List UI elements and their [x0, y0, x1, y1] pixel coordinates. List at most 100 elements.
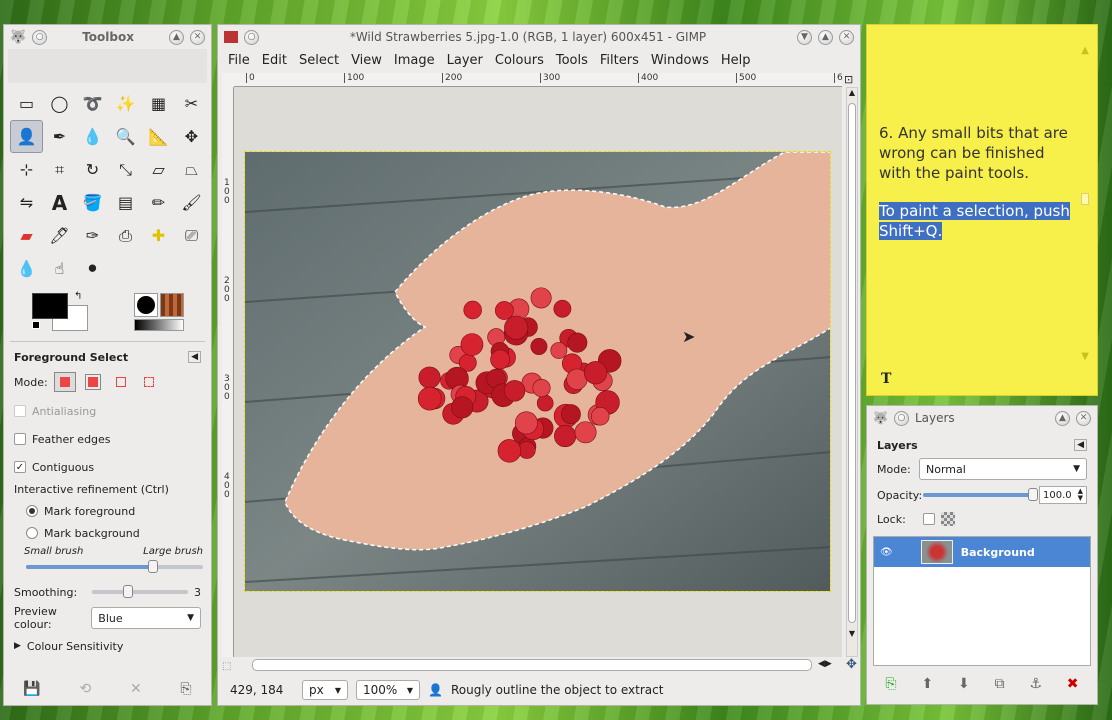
smoothing-slider[interactable]	[92, 585, 188, 598]
default-colours-icon[interactable]	[32, 321, 40, 329]
layers-titlebar[interactable]: 🐺 ○ Layers ▲ ✕	[867, 406, 1097, 430]
close-icon[interactable]: ✕	[839, 29, 854, 45]
rotate-tool-icon[interactable]: ↻	[76, 153, 109, 186]
bucket-fill-tool-icon[interactable]: 🪣	[76, 186, 109, 219]
scroll-left-icon[interactable]: ◀▶	[818, 659, 832, 669]
image-canvas[interactable]	[244, 151, 831, 592]
dodge-burn-tool-icon[interactable]: ⚫	[76, 252, 109, 285]
brush-size-slider[interactable]	[26, 560, 203, 573]
expand-arrow-icon[interactable]: ▶	[14, 641, 21, 651]
clone-tool-icon[interactable]: ⎙	[109, 219, 142, 252]
pencil-tool-icon[interactable]: ✏	[142, 186, 175, 219]
reset-tool-options-icon[interactable]: ⎘	[180, 681, 191, 697]
image-titlebar[interactable]: ○ *Wild Strawberries 5.jpg-1.0 (RGB, 1 l…	[218, 25, 860, 49]
brush-indicator[interactable]	[134, 293, 158, 317]
toolbox-titlebar[interactable]: 🐺 ○ Toolbox ▲ ✕	[4, 25, 211, 49]
new-layer-icon[interactable]: ⎘	[885, 676, 896, 692]
scroll-up-icon[interactable]: ▲	[847, 88, 857, 97]
minimize-icon[interactable]: ▲	[818, 29, 833, 45]
menu-image[interactable]: Image	[388, 53, 441, 68]
minimize-icon[interactable]: ▲	[169, 29, 184, 45]
fuzzy-select-tool-icon[interactable]: ✨	[109, 87, 142, 120]
paintbrush-tool-icon[interactable]: 🖌	[175, 186, 208, 219]
horizontal-scrollbar[interactable]	[252, 659, 812, 671]
save-tool-options-icon[interactable]: 💾	[23, 681, 40, 697]
opacity-handle[interactable]	[1028, 488, 1038, 501]
mode-intersect-icon[interactable]	[138, 372, 160, 392]
smoothing-handle[interactable]	[122, 585, 133, 598]
antialiasing-checkbox[interactable]	[14, 405, 26, 417]
menu-icon[interactable]: ○	[32, 29, 48, 45]
foreground-select-tool-icon[interactable]: 👤	[10, 120, 43, 153]
lock-pixels-checkbox[interactable]	[923, 513, 935, 525]
lower-layer-icon[interactable]: ⬇	[958, 676, 970, 692]
mode-replace-icon[interactable]	[53, 372, 76, 392]
measure-tool-icon[interactable]: 📐	[142, 120, 175, 153]
free-select-tool-icon[interactable]: ➰	[76, 87, 109, 120]
shear-tool-icon[interactable]: ▱	[142, 153, 175, 186]
note-highlight[interactable]: To paint a selection, push Shift+Q.	[879, 202, 1070, 240]
eraser-tool-icon[interactable]: ▰	[10, 219, 43, 252]
contiguous-checkbox[interactable]: ✓	[14, 461, 26, 473]
menu-filters[interactable]: Filters	[594, 53, 645, 68]
ruler-corner[interactable]	[222, 73, 234, 87]
zoom-select[interactable]: 100% ▼	[356, 680, 420, 700]
align-tool-icon[interactable]: ⊹	[10, 153, 43, 186]
paths-tool-icon[interactable]: ✒	[43, 120, 76, 153]
scroll-down-icon[interactable]: ▼	[847, 629, 857, 638]
quickmask-toggle-icon[interactable]: ⬚	[222, 661, 231, 672]
move-tool-icon[interactable]: ✥	[175, 120, 208, 153]
mode-add-icon[interactable]	[82, 372, 104, 392]
layer-name[interactable]: Background	[961, 546, 1035, 559]
text-tool-icon[interactable]: A	[43, 186, 76, 219]
vertical-scrollbar[interactable]: ▲ ▼	[846, 87, 858, 657]
layer-mode-select[interactable]: Normal ▼	[919, 458, 1087, 480]
navigate-icon[interactable]: ✥	[846, 657, 857, 672]
mark-background-radio[interactable]	[26, 527, 38, 539]
mode-subtract-icon[interactable]	[110, 372, 132, 392]
menu-icon[interactable]: ○	[244, 29, 259, 45]
ink-tool-icon[interactable]: ✑	[76, 219, 109, 252]
scale-tool-icon[interactable]: ⤡	[109, 153, 142, 186]
shade-icon[interactable]: ▼	[797, 29, 812, 45]
vertical-scroll-thumb[interactable]	[848, 103, 856, 623]
note-scroll-up-icon[interactable]: ▲	[1081, 45, 1089, 56]
scissors-tool-icon[interactable]: ✂	[175, 87, 208, 120]
rect-select-tool-icon[interactable]: ▭	[10, 87, 43, 120]
opacity-spinbox[interactable]: 100.0 ▲ ▼	[1039, 486, 1087, 504]
vertical-ruler[interactable]: 100200300400	[222, 87, 234, 657]
smudge-tool-icon[interactable]: ☝	[43, 252, 76, 285]
note-scroll-down-icon[interactable]: ▼	[1081, 351, 1089, 362]
menu-tools[interactable]: Tools	[550, 53, 594, 68]
perspective-clone-tool-icon[interactable]: ⎚	[175, 219, 208, 252]
restore-tool-options-icon[interactable]: ⟲	[80, 681, 92, 697]
wilber-drop-area[interactable]	[8, 49, 207, 83]
opacity-slider[interactable]	[923, 488, 1038, 501]
airbrush-tool-icon[interactable]: 🖊	[43, 219, 76, 252]
canvas-area[interactable]: ➤	[234, 87, 842, 657]
heal-tool-icon[interactable]: ✚	[142, 219, 175, 252]
gradient-indicator[interactable]	[134, 319, 184, 331]
feather-edges-checkbox[interactable]	[14, 433, 26, 445]
colour-picker-tool-icon[interactable]: 💧	[76, 120, 109, 153]
close-icon[interactable]: ✕	[190, 29, 205, 45]
preview-colour-select[interactable]: Blue ▼	[91, 607, 201, 629]
menu-layer[interactable]: Layer	[441, 53, 489, 68]
menu-select[interactable]: Select	[293, 53, 345, 68]
foreground-colour-swatch[interactable]	[32, 293, 68, 319]
perspective-tool-icon[interactable]: ⏢	[175, 153, 208, 186]
note-scroll-thumb[interactable]	[1081, 193, 1089, 205]
raise-layer-icon[interactable]: ⬆	[921, 676, 933, 692]
menu-windows[interactable]: Windows	[645, 53, 715, 68]
navigate-icon[interactable]: ⊡	[844, 73, 853, 86]
horizontal-ruler[interactable]: 0 100 200 300 400 500 6	[234, 73, 843, 87]
minimize-icon[interactable]: ▲	[1055, 410, 1070, 426]
crop-tool-icon[interactable]: ⌗	[43, 153, 76, 186]
panel-menu-icon[interactable]: ◀	[1074, 439, 1087, 451]
flip-tool-icon[interactable]: ⇋	[10, 186, 43, 219]
delete-tool-options-icon[interactable]: ✕	[130, 681, 142, 697]
menu-edit[interactable]: Edit	[256, 53, 293, 68]
menu-help[interactable]: Help	[715, 53, 757, 68]
select-by-colour-tool-icon[interactable]: ▦	[142, 87, 175, 120]
duplicate-layer-icon[interactable]: ⧉	[995, 676, 1005, 692]
